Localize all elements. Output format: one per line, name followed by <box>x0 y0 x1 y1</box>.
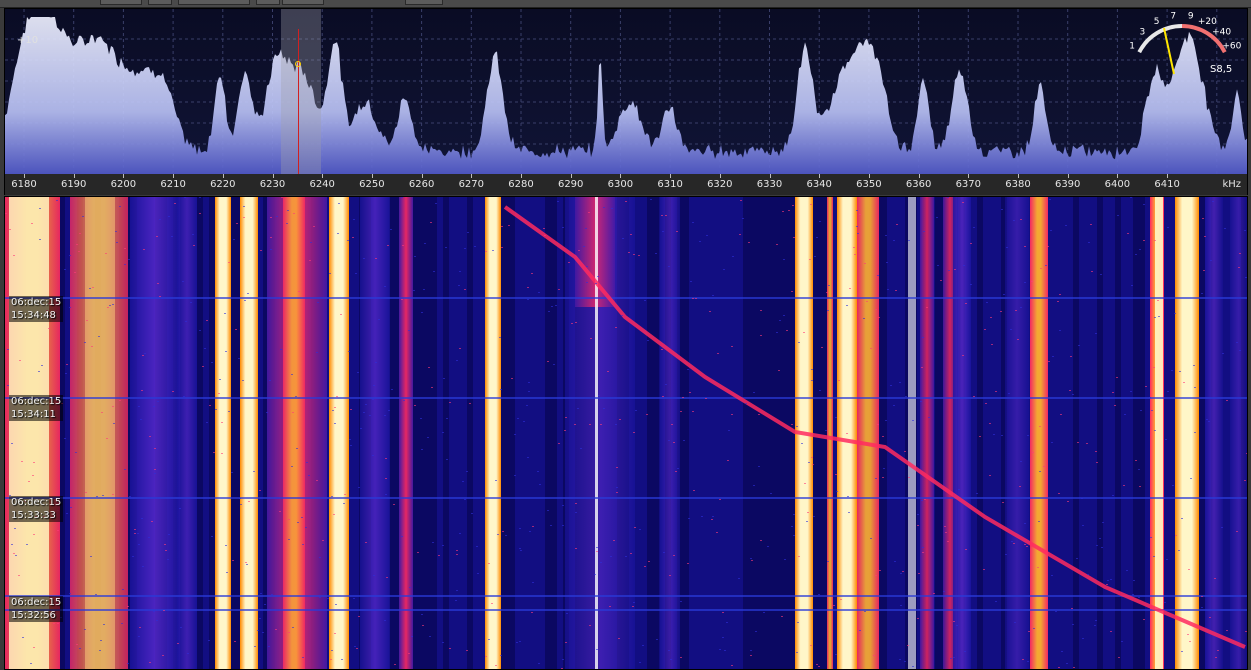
frequency-tick-label: 6370 <box>955 179 982 190</box>
frequency-tick-label: 6260 <box>408 179 435 190</box>
db-scale-label: +10 <box>17 35 39 46</box>
spectrum-display[interactable]: +10 <box>4 8 1248 176</box>
frequency-tick <box>173 174 175 178</box>
frequency-tick-label: 6400 <box>1104 179 1131 190</box>
frequency-tick <box>222 174 224 178</box>
frequency-tick <box>620 174 622 178</box>
timestamp-label: 06:dec:15 15:32:56 <box>9 596 64 622</box>
timestamp-label: 06:dec:15 15:34:48 <box>9 296 64 322</box>
frequency-tick-label: 6410 <box>1154 179 1180 190</box>
frequency-scale[interactable]: 6180 6190 6200 6210 6220 6230 6240 6250 6260 6270… <box>4 174 1248 195</box>
frequency-tick-label: 6320 <box>707 179 733 190</box>
frequency-tick <box>272 174 274 178</box>
frequency-tick <box>123 174 125 178</box>
frequency-tick <box>670 174 672 178</box>
toolbar-button[interactable] <box>282 0 324 5</box>
toolbar-button[interactable] <box>178 0 250 5</box>
tuning-handle[interactable] <box>295 61 301 67</box>
frequency-tick-label: 6300 <box>607 179 634 190</box>
frequency-tick <box>73 174 75 178</box>
frequency-tick-label: 6310 <box>657 179 683 190</box>
frequency-tick <box>918 174 920 178</box>
frequency-tick <box>1117 174 1119 178</box>
tuning-marker[interactable] <box>298 29 299 175</box>
timestamp-label: 06:dec:15 15:33:33 <box>9 496 64 522</box>
s-meter-scale-label: 7 <box>1170 12 1176 22</box>
frequency-tick-label: 6200 <box>110 179 137 190</box>
frequency-tick <box>968 174 970 178</box>
frequency-tick-label: 6290 <box>557 179 584 190</box>
waterfall-graph <box>5 197 1247 669</box>
s-meter-reading: S8,5 <box>1210 64 1233 75</box>
frequency-tick <box>868 174 870 178</box>
frequency-tick <box>471 174 473 178</box>
frequency-tick <box>1018 174 1019 178</box>
spectrum-graph <box>5 9 1247 175</box>
frequency-tick-label: 6340 <box>806 179 832 190</box>
timestamp-label: 06:dec:15 15:34:11 <box>9 395 64 421</box>
waterfall-display[interactable]: 06:dec:15 15:34:48 06:dec:15 15:34:11 06:d… <box>4 196 1248 670</box>
frequency-tick <box>1067 174 1069 178</box>
frequency-tick <box>570 174 572 178</box>
frequency-tick-label: 6180 <box>11 179 37 190</box>
frequency-unit: kHz <box>1222 179 1241 190</box>
s-meter-scale-label: 5 <box>1154 17 1160 27</box>
s-meter-needle <box>1163 27 1175 75</box>
frequency-tick <box>371 174 373 178</box>
frequency-tick-label: 6330 <box>756 179 783 190</box>
frequency-tick-label: 6280 <box>508 179 534 190</box>
frequency-tick <box>719 174 721 178</box>
toolbar-button[interactable] <box>148 0 172 5</box>
frequency-tick-label: 6210 <box>160 179 186 190</box>
frequency-tick-label: 6350 <box>856 179 882 190</box>
frequency-tick-label: 6250 <box>359 179 385 190</box>
frequency-tick <box>322 174 324 178</box>
frequency-tick-label: 6230 <box>259 179 286 190</box>
frequency-tick <box>421 174 423 178</box>
frequency-tick <box>819 174 821 178</box>
frequency-tick-label: 6360 <box>905 179 932 190</box>
toolbar-button[interactable] <box>256 0 280 5</box>
frequency-tick <box>769 174 771 178</box>
frequency-tick <box>1167 174 1169 178</box>
s-meter-scale-label: 1 <box>1129 42 1135 52</box>
tuning-passband[interactable] <box>281 9 321 175</box>
frequency-tick <box>521 174 522 178</box>
s-meter-scale-label: +40 <box>1212 27 1231 37</box>
s-meter-scale-label: 3 <box>1140 27 1146 37</box>
s-meter-scale-label: 9 <box>1188 12 1194 22</box>
s-meter-scale-label: +60 <box>1222 42 1241 52</box>
frequency-tick-label: 6190 <box>60 179 87 190</box>
frequency-tick-label: 6390 <box>1054 179 1081 190</box>
toolbar-button[interactable] <box>100 0 142 5</box>
s-meter-scale-label: +20 <box>1198 17 1217 27</box>
frequency-tick <box>24 174 25 178</box>
frequency-tick-label: 6380 <box>1005 179 1031 190</box>
toolbar-button[interactable] <box>405 0 443 5</box>
frequency-tick-label: 6270 <box>458 179 485 190</box>
frequency-tick-label: 6220 <box>210 179 236 190</box>
frequency-tick-label: 6240 <box>309 179 335 190</box>
top-toolbar-strip <box>0 0 1251 8</box>
